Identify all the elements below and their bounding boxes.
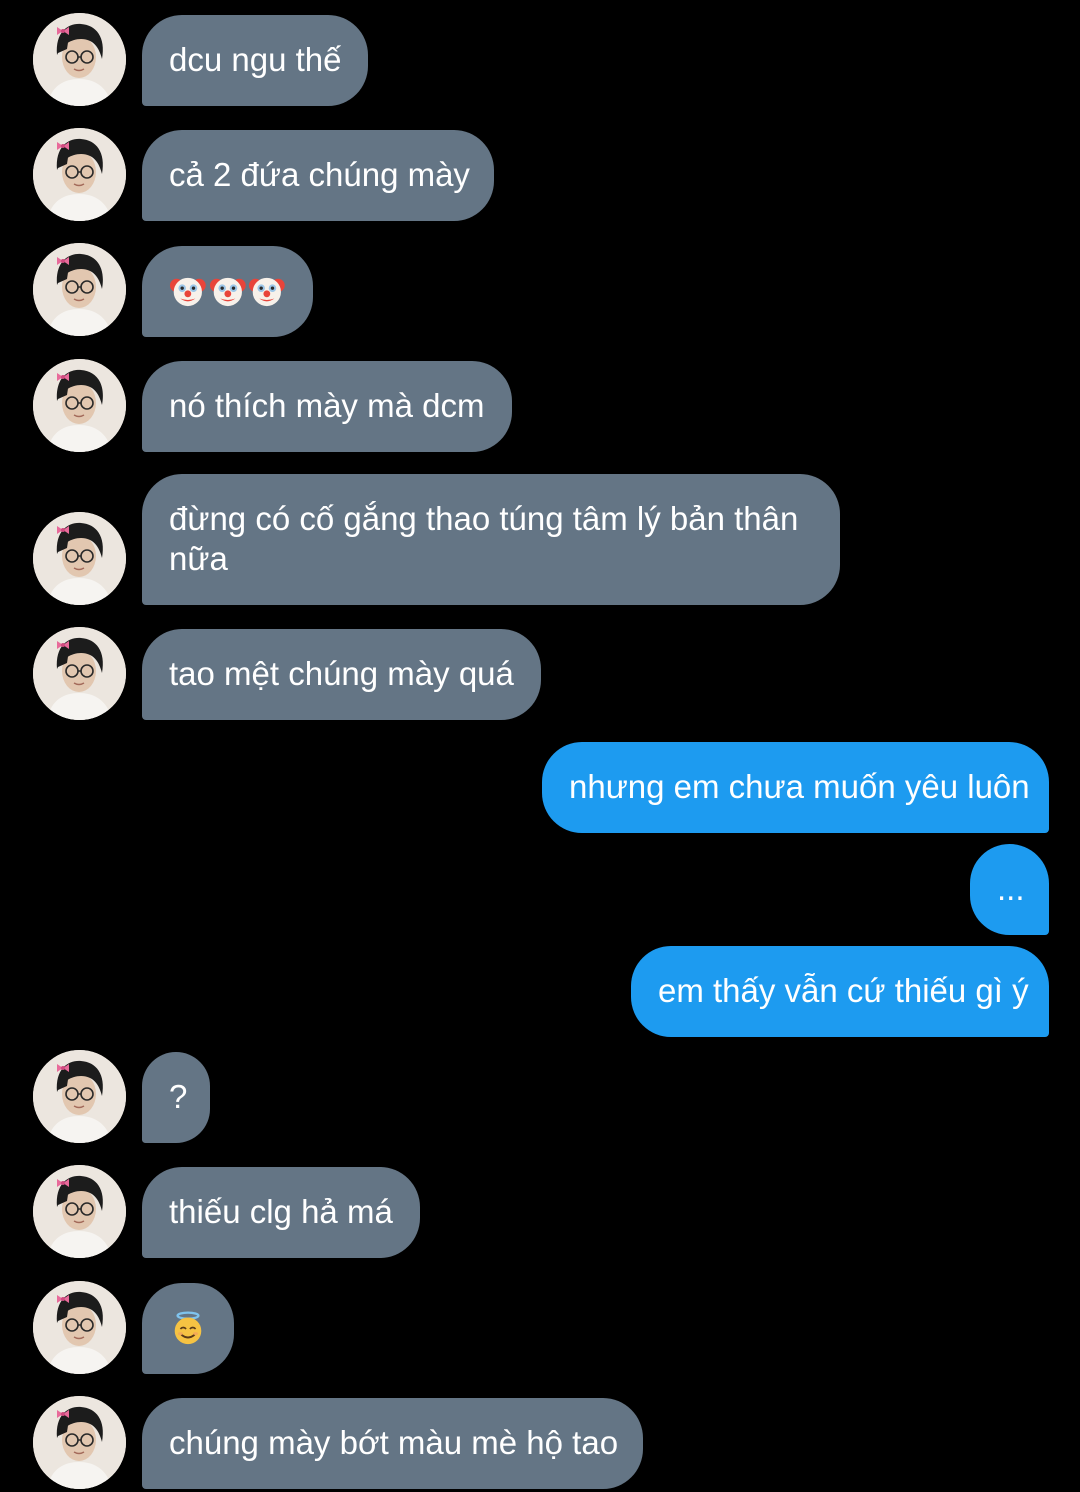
- avatar[interactable]: [33, 512, 126, 605]
- incoming-message[interactable]: [142, 1283, 234, 1374]
- emoji-row: [169, 1308, 207, 1348]
- contact-photo: [33, 1281, 126, 1374]
- avatar[interactable]: [33, 359, 126, 452]
- message-text: chúng mày bớt màu mè hộ tao: [169, 1424, 619, 1461]
- clown-face-icon: [169, 272, 207, 310]
- avatar[interactable]: [33, 13, 126, 106]
- outgoing-message[interactable]: em thấy vẫn cứ thiếu gì ý: [631, 946, 1049, 1037]
- message-text: nhưng em chưa muốn yêu luôn: [569, 768, 1030, 805]
- avatar[interactable]: [33, 128, 126, 221]
- message-text: tao mệt chúng mày quá: [169, 655, 514, 692]
- outgoing-message[interactable]: nhưng em chưa muốn yêu luôn: [542, 742, 1049, 833]
- incoming-message[interactable]: chúng mày bớt màu mè hộ tao: [142, 1398, 643, 1489]
- message-text: cả 2 đứa chúng mày: [169, 156, 470, 193]
- avatar[interactable]: [33, 243, 126, 336]
- contact-photo: [33, 1050, 126, 1143]
- avatar[interactable]: [33, 1050, 126, 1143]
- clown-face-icon: [209, 272, 247, 310]
- incoming-message[interactable]: đừng có cố gắng thao túng tâm lý bản thâ…: [142, 474, 840, 605]
- message-text: em thấy vẫn cứ thiếu gì ý: [658, 972, 1029, 1009]
- incoming-message[interactable]: dcu ngu thế: [142, 15, 368, 106]
- message-text: dcu ngu thế: [169, 41, 342, 78]
- incoming-message[interactable]: nó thích mày mà dcm: [142, 361, 512, 452]
- message-text: ?: [169, 1078, 188, 1115]
- emoji-row: [169, 271, 286, 311]
- incoming-message[interactable]: ?: [142, 1052, 210, 1143]
- message-text: đừng có cố gắng thao túng tâm lý bản thâ…: [169, 500, 799, 577]
- contact-photo: [33, 128, 126, 221]
- contact-photo: [33, 243, 126, 336]
- message-text: ...: [997, 870, 1025, 907]
- message-text: thiếu clg hả má: [169, 1193, 393, 1230]
- contact-photo: [33, 359, 126, 452]
- avatar[interactable]: [33, 1281, 126, 1374]
- incoming-message[interactable]: thiếu clg hả má: [142, 1167, 420, 1258]
- avatar[interactable]: [33, 1396, 126, 1489]
- incoming-message[interactable]: [142, 246, 313, 337]
- contact-photo: [33, 1165, 126, 1258]
- contact-photo: [33, 627, 126, 720]
- clown-face-icon: [248, 272, 286, 310]
- incoming-message[interactable]: tao mệt chúng mày quá: [142, 629, 541, 720]
- contact-photo: [33, 1396, 126, 1489]
- avatar[interactable]: [33, 627, 126, 720]
- contact-photo: [33, 512, 126, 605]
- avatar[interactable]: [33, 1165, 126, 1258]
- incoming-message[interactable]: cả 2 đứa chúng mày: [142, 130, 494, 221]
- outgoing-message[interactable]: ...: [970, 844, 1049, 935]
- smiling-face-with-halo-icon: [169, 1309, 207, 1347]
- message-text: nó thích mày mà dcm: [169, 387, 485, 424]
- contact-photo: [33, 13, 126, 106]
